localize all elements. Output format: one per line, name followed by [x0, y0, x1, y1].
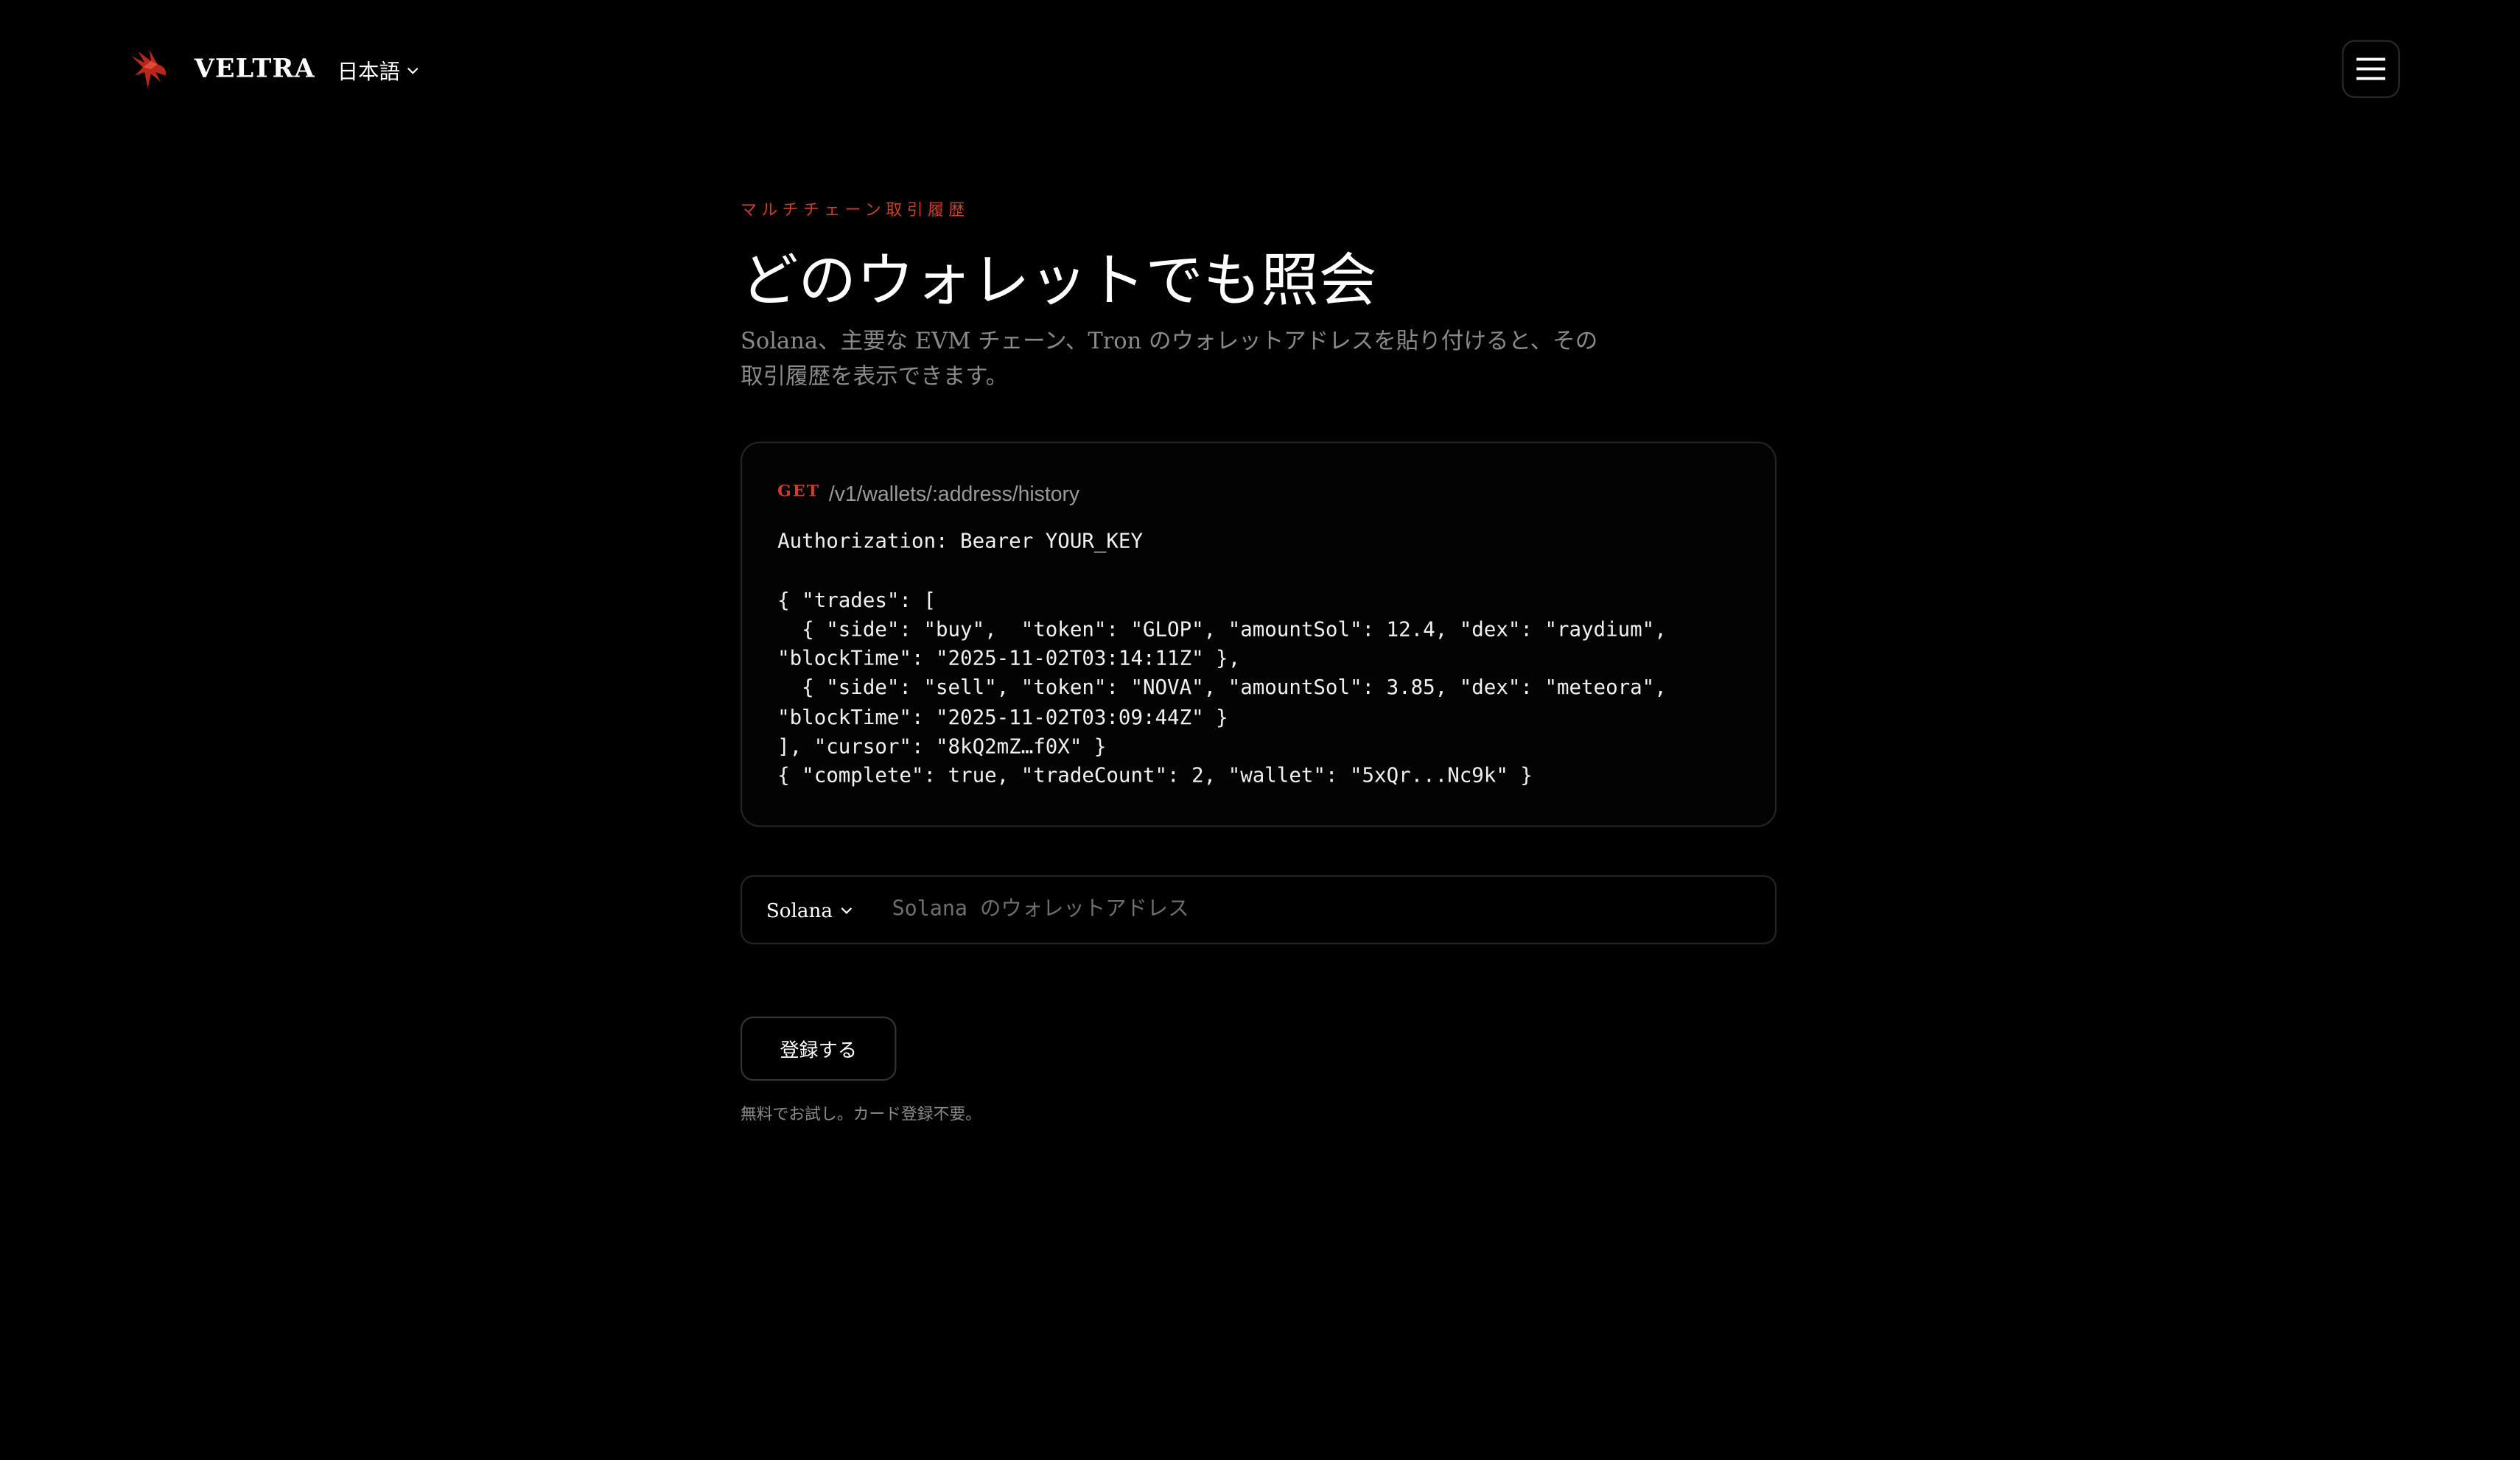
http-method-badge: GET — [777, 483, 821, 502]
language-label: 日本語 — [337, 60, 400, 85]
signup-button[interactable]: 登録する — [740, 1016, 897, 1081]
free-trial-note: 無料でお試し。カード登録不要。 — [740, 1106, 981, 1124]
chevron-down-icon — [841, 906, 853, 913]
api-response-code: Authorization: Bearer YOUR_KEY { "trades… — [777, 528, 1667, 788]
page: VELTRA 日本語 マルチチェーン取引履歴 どのウォレットでも照会 Solan… — [0, 0, 2519, 1460]
language-selector[interactable]: 日本語 — [337, 55, 419, 85]
chain-selector[interactable]: Solana — [766, 898, 853, 922]
wallet-address-input[interactable] — [889, 875, 1775, 944]
api-endpoint: /v1/wallets/:address/history — [828, 482, 1080, 506]
chevron-down-icon — [407, 66, 419, 74]
section-eyebrow: マルチチェーン取引履歴 — [740, 202, 970, 220]
chain-label: Solana — [766, 898, 833, 922]
menu-button[interactable] — [2342, 40, 2400, 98]
veltra-logo-icon[interactable] — [128, 46, 170, 91]
hamburger-icon — [2356, 57, 2386, 80]
wallet-lookup-bar: Solana — [740, 875, 1777, 944]
api-example-card: GET /v1/wallets/:address/history Authori… — [740, 441, 1777, 827]
brand-name[interactable]: VELTRA — [195, 53, 315, 83]
page-description: Solana、主要な EVM チェーン、Tron のウォレットアドレスを貼り付け… — [740, 329, 1598, 390]
page-title: どのウォレットでも照会 — [740, 248, 1377, 315]
